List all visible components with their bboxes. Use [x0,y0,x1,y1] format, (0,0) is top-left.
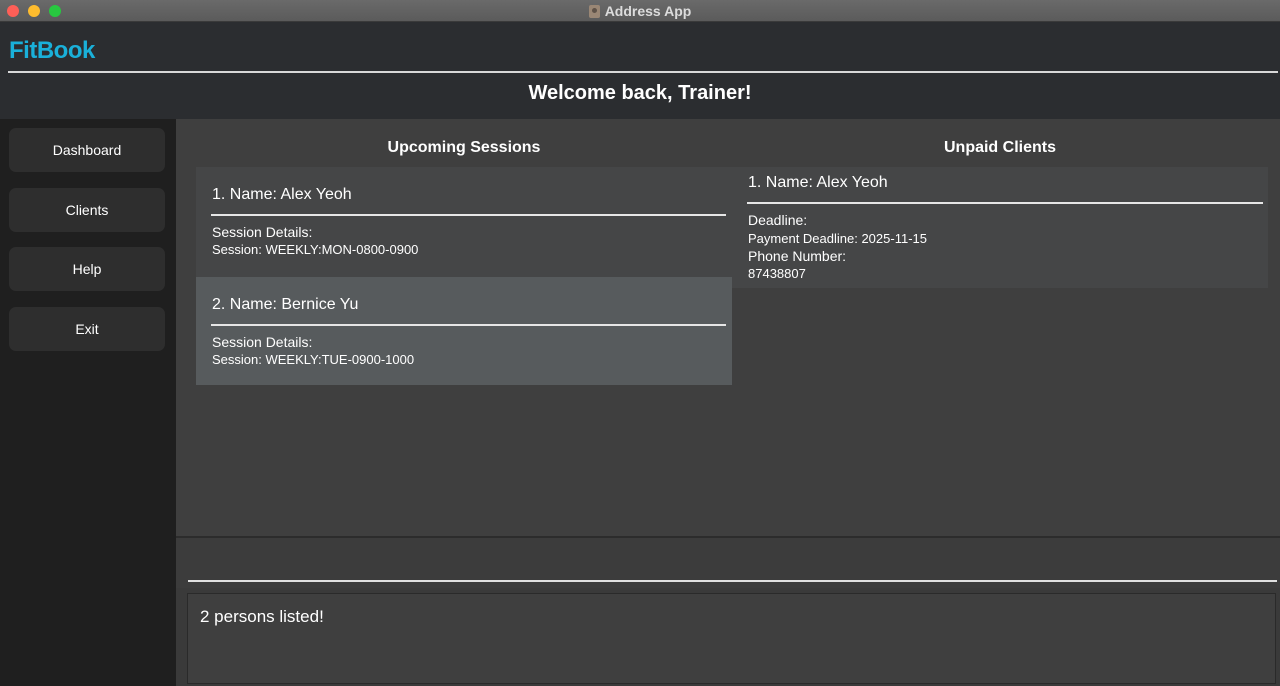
window-title-group: Address App [0,0,1280,22]
card-divider [747,202,1263,204]
address-book-icon [588,4,600,18]
session-client-name: 2. Name: Bernice Yu [212,296,359,313]
header-divider [8,71,1278,73]
upcoming-sessions-title: Upcoming Sessions [387,139,541,156]
exit-button[interactable]: Exit [9,307,165,351]
session-card[interactable]: 2. Name: Bernice Yu Session Details: Ses… [196,277,732,385]
sidebar: Dashboard Clients Help Exit [0,119,176,686]
brand-logo: FitBook [9,37,95,64]
result-panel: 2 persons listed! [176,588,1280,686]
dashboard-panel: Upcoming Sessions Unpaid Clients 1. Name… [176,119,1280,536]
deadline-label: Deadline: [748,212,808,228]
session-details: Session: WEEKLY:TUE-0900-1000 [212,352,415,367]
window-titlebar: Address App [0,0,1280,22]
card-divider [211,324,726,326]
command-input[interactable] [188,542,1276,580]
unpaid-client-card[interactable]: 1. Name: Alex Yeoh Deadline: Payment Dea… [732,167,1268,288]
clients-button[interactable]: Clients [9,188,165,232]
session-details-label: Session Details: [212,334,313,350]
session-card[interactable]: 1. Name: Alex Yeoh Session Details: Sess… [196,167,732,277]
session-client-name: 1. Name: Alex Yeoh [212,186,352,203]
card-divider [211,214,726,216]
phone-number: 87438807 [748,266,806,281]
session-details-label: Session Details: [212,224,313,240]
session-details: Session: WEEKLY:MON-0800-0900 [212,242,419,257]
unpaid-clients-title: Unpaid Clients [943,139,1056,156]
payment-deadline: Payment Deadline: 2025-11-15 [748,231,927,246]
welcome-message: Welcome back, Trainer! [528,82,752,104]
command-box [176,536,1280,588]
dashboard-button[interactable]: Dashboard [9,128,165,172]
result-message: 2 persons listed! [200,607,324,626]
app-header: FitBook Welcome back, Trainer! [0,23,1280,119]
unpaid-client-name: 1. Name: Alex Yeoh [748,174,888,191]
help-button[interactable]: Help [9,247,165,291]
command-underline [188,580,1277,582]
window-title: Address App [604,3,692,19]
phone-label: Phone Number: [748,248,847,264]
result-display[interactable]: 2 persons listed! [187,593,1276,684]
